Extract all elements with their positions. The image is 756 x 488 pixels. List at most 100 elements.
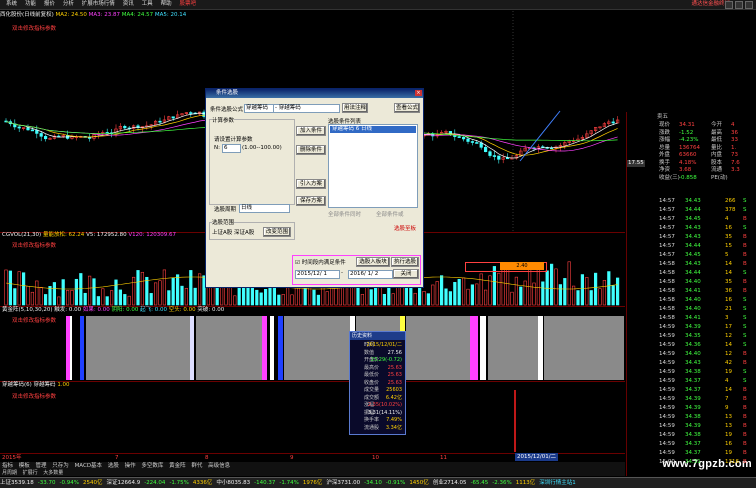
delete-condition-button[interactable]: 删除条件	[296, 145, 326, 155]
close-button[interactable]: 关闭	[393, 269, 419, 279]
formula-select[interactable]: 穿越筹码	[244, 104, 275, 113]
maximize-icon[interactable]	[735, 1, 743, 9]
menu-help[interactable]: 帮助	[161, 0, 172, 9]
tab-advanced[interactable]: 高级信息	[206, 463, 232, 469]
tick-volume: 13	[725, 423, 732, 429]
tick-volume: 19	[725, 450, 732, 456]
minimize-icon[interactable]	[725, 1, 733, 9]
volume-bar	[149, 293, 153, 306]
change-range-button[interactable]: 改变范围	[263, 227, 291, 237]
tab-manage[interactable]: 管理	[34, 463, 49, 469]
condition-list[interactable]: 穿越筹码 6 日线	[328, 124, 418, 208]
tick-volume: 21	[725, 306, 732, 312]
menu-extended-market[interactable]: 扩展市场行情	[82, 0, 115, 9]
view-formula-button[interactable]: 查看公式	[394, 103, 420, 113]
time-range-checkbox[interactable]: ☑ 时间段内满足条件	[295, 258, 346, 266]
tick-direction: B	[743, 414, 747, 420]
tab-template[interactable]: 模板	[17, 463, 32, 469]
tick-price: 34.40	[685, 297, 701, 303]
add-condition-button[interactable]: 加入条件	[296, 126, 326, 136]
tick-price: 34.43	[685, 360, 701, 366]
date-from-input[interactable]: 2015/12/ 1	[295, 270, 340, 279]
tab-extend[interactable]: 扩展行	[21, 470, 40, 476]
volume-bar	[549, 263, 554, 306]
dialog-close-icon[interactable]: ×	[415, 90, 422, 96]
period-select[interactable]: 日线	[239, 204, 290, 213]
radio-any[interactable]: 全部条件或	[376, 210, 404, 218]
tick-direction: S	[743, 378, 747, 384]
tick-price: 34.43	[685, 198, 701, 204]
popup-row: 涨幅 2.35(10.02%)	[352, 402, 403, 408]
tick-direction: S	[743, 324, 747, 330]
load-plan-button[interactable]: 引入方案	[296, 179, 326, 189]
volume-bar	[505, 268, 510, 306]
signal-indicator-title[interactable]: 穿越筹码(6)	[2, 382, 32, 388]
band-gray-block	[406, 316, 470, 380]
tick-volume: 16	[725, 441, 732, 447]
status-item: 沪深3731.00	[326, 480, 361, 486]
param-name: N:	[214, 145, 220, 151]
band-indicator-strip: 黄金阵(5,10,30,20) 触发: 0.00 如果: 0.00 阴阳: 0.…	[2, 307, 224, 314]
tick-time: 14:57	[659, 207, 675, 213]
candle-body	[43, 136, 48, 140]
tab-bull-bear[interactable]: 多空数库	[139, 463, 165, 469]
menu-function[interactable]: 功能	[25, 0, 36, 9]
band-indicator-title[interactable]: 黄金阵(5,10,30,20)	[2, 307, 53, 313]
tab-stock-select[interactable]: 选股	[106, 463, 121, 469]
condition-list-item[interactable]: 穿越筹码 6 日线	[330, 126, 416, 133]
menu-analysis[interactable]: 分析	[63, 0, 74, 9]
dialog-titlebar[interactable]: 条件选股 ×	[206, 89, 423, 98]
menu-news[interactable]: 资讯	[123, 0, 134, 9]
sell5-row: 卖五	[627, 114, 756, 121]
popup-row: 数值 27.56	[352, 350, 403, 356]
tab-macd[interactable]: MACD基本	[73, 463, 105, 469]
main-indicator-title[interactable]: 西化股份(日线前复权)	[0, 12, 54, 18]
band-indicator-panel[interactable]	[0, 306, 625, 381]
popup-row-key: 换手率	[364, 417, 380, 423]
volume-bar	[602, 280, 606, 306]
radio-all[interactable]: 全部条件同时	[328, 210, 361, 218]
signal-indicator-panel[interactable]	[0, 381, 625, 454]
tick-time: 14:59	[659, 405, 675, 411]
candle-body	[497, 155, 501, 160]
tab-operation[interactable]: 操作	[123, 463, 138, 469]
tab-volume[interactable]: 大多数量	[41, 470, 65, 476]
tab-period[interactable]: 月周期	[0, 470, 19, 476]
volume-bar	[347, 285, 351, 306]
menu-stock-forum[interactable]: 股票吧	[180, 0, 197, 9]
volume-v5: V5: 172952.80	[86, 232, 127, 238]
tab-indicator[interactable]: 指标	[0, 463, 15, 469]
tab-save-as[interactable]: 只存为	[50, 463, 71, 469]
volume-bar	[448, 291, 453, 306]
quote-value2: 73	[731, 152, 738, 158]
volume-bar	[281, 294, 285, 306]
tab-golden-band[interactable]: 黄金阵	[167, 463, 188, 469]
menu-quote[interactable]: 报价	[44, 0, 55, 9]
tick-row: 14:57 34.43 16 S	[627, 225, 756, 232]
to-block-button[interactable]: 选股入板块	[356, 257, 390, 267]
status-item: 1113亿	[515, 480, 536, 486]
volume-bar	[206, 287, 211, 306]
signal-hint: 双击修改指标参数	[12, 394, 57, 400]
status-item: -1.75%	[169, 480, 189, 486]
tick-time: 14:59	[659, 423, 675, 429]
menu-system[interactable]: 系统	[6, 0, 17, 9]
tick-row: 14:58 34.44 14 S	[627, 270, 756, 277]
param-n-input[interactable]: 6	[222, 144, 241, 153]
band-gray-block	[544, 316, 624, 380]
popup-title[interactable]: 历史资料	[350, 332, 405, 340]
tick-row: 14:58 34.41 36 B	[627, 288, 756, 295]
close-icon[interactable]	[745, 1, 753, 9]
save-plan-button[interactable]: 保存方案	[296, 196, 326, 206]
menu-tools[interactable]: 工具	[142, 0, 153, 9]
popup-row: 开盘价 23.29(-0.72)	[352, 357, 403, 363]
popup-row: 振幅 3.31(14.11%)	[352, 410, 403, 416]
tab-group[interactable]: 群代	[189, 463, 204, 469]
date-to-input[interactable]: 2016/ 1/ 2	[348, 270, 393, 279]
candle-body	[483, 147, 488, 152]
execute-button[interactable]: 执行选股	[391, 257, 419, 267]
band-v3: 阴阳: 0.00	[111, 307, 139, 313]
volume-indicator-title[interactable]: CGVOL(21,30)	[2, 232, 41, 238]
tick-price: 34.44	[685, 207, 701, 213]
usage-button[interactable]: 用法注释	[342, 103, 368, 113]
